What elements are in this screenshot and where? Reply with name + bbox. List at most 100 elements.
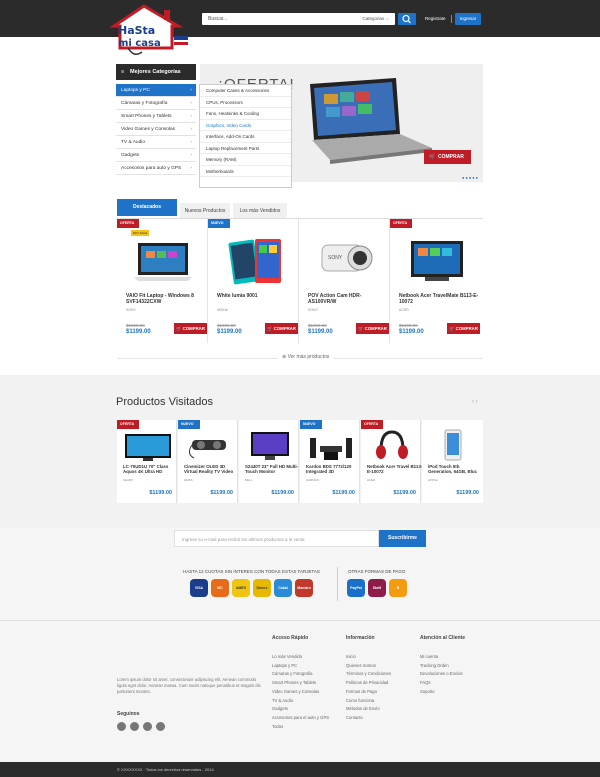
product-brand: SONY <box>308 308 318 312</box>
chevron-right-icon[interactable]: › <box>476 399 478 405</box>
submenu-item[interactable]: Motherboards <box>200 166 291 177</box>
product-brand: ACER <box>399 308 409 312</box>
category-select-label: Categorias <box>362 16 385 21</box>
footer-link[interactable]: Como funciona <box>346 697 391 706</box>
search-button[interactable] <box>398 13 416 25</box>
buy-button[interactable]: 🛒 COMPRAR <box>265 323 298 334</box>
maestro-icon: Maestro <box>295 579 313 597</box>
chevron-right-icon: › <box>190 153 192 158</box>
submenu-item[interactable]: Laptop Replacement Parts <box>200 143 291 154</box>
footer-link[interactable]: Cámaras y Fotografía <box>272 670 329 679</box>
category-label: TV & Audio <box>121 140 145 145</box>
newsletter-email-input[interactable]: Ingrese su e-mail para recibir los ultim… <box>174 530 379 547</box>
footer-link[interactable]: Métodos de Envío <box>346 705 391 714</box>
category-label: Gadgets <box>121 153 140 158</box>
phone-image <box>228 239 281 285</box>
product-card[interactable]: OFERTA 30% SALE VAIO Fit Laptop - Window… <box>117 219 208 343</box>
chevron-left-icon[interactable]: ‹ <box>472 399 474 405</box>
category-item-games[interactable]: Video Games y Consolas › <box>116 123 196 136</box>
carousel-arrows[interactable]: ‹ › <box>472 399 478 405</box>
facebook-icon[interactable] <box>117 722 126 731</box>
visited-card[interactable]: NUEVO Cinemizer OLED 3D Virtual Reality … <box>178 420 238 503</box>
footer-col-info: Inicio Quienes Somos Términos y Condicio… <box>346 653 391 723</box>
buy-button[interactable]: 🛒 COMPRAR <box>447 323 480 334</box>
linkedin-icon[interactable] <box>156 722 165 731</box>
product-name[interactable]: Cinemizer OLED 3D Virtual Reality TV Vid… <box>184 464 240 474</box>
submenu-item[interactable]: Computer Cases & Accessories <box>200 85 291 97</box>
footer-link[interactable]: Formas de Pago <box>346 688 391 697</box>
category-item-tv[interactable]: TV & Audio › <box>116 136 196 149</box>
amex-icon: AMEX <box>232 579 250 597</box>
footer-link[interactable]: Contacto <box>346 714 391 723</box>
login-button[interactable]: Ingresar <box>455 13 481 25</box>
product-name[interactable]: Netbook Acer Travel B113-E-10072 <box>367 464 423 474</box>
product-name[interactable]: VAIO Fit Laptop - Windows 8 SVF14322CXW <box>126 293 206 305</box>
logo[interactable]: HaSta mi casa <box>108 4 200 66</box>
category-label: Accesorios para auto y GPS <box>121 166 182 171</box>
submenu-item[interactable]: Fans, Heatsinks & Cooling <box>200 108 291 120</box>
product-name[interactable]: POV Action Cam HDR-AS100VR/W <box>308 293 388 305</box>
visited-card[interactable]: iPod Touch 5th Generation, 64GB, Bluc AP… <box>422 420 483 503</box>
footer-link[interactable]: Todos <box>272 723 329 732</box>
product-name[interactable]: S2440T 23" Full HD Multi-Touch Monitor <box>245 464 301 474</box>
category-item-cameras[interactable]: Cámaras y Fotografía › <box>116 97 196 110</box>
footer-link[interactable]: Soporte <box>420 688 463 697</box>
category-item-auto[interactable]: Accesorios para auto y GPS › <box>116 162 196 175</box>
twitter-icon[interactable] <box>130 722 139 731</box>
footer-link[interactable]: Devoluciones o Envíos <box>420 670 463 679</box>
visited-card[interactable]: NUEVO Kardon BDS 7772/120 Integrated 3D … <box>300 420 360 503</box>
other-payments-title: OTRAS FORMAS DE PAGO <box>348 569 406 574</box>
product-card[interactable]: SONY POV Action Cam HDR-AS100VR/W SONY $… <box>299 219 390 343</box>
visited-card[interactable]: S2440T 23" Full HD Multi-Touch Monitor D… <box>239 420 299 503</box>
product-name[interactable]: LC-70UD1U 70" Class Aquos 4K Ultra HD <box>123 464 179 474</box>
footer-link[interactable]: Gadgets <box>272 705 329 714</box>
buy-button[interactable]: 🛒 COMPRAR <box>174 323 207 334</box>
cart-icon: 🛒 <box>267 326 273 331</box>
divider <box>337 567 338 601</box>
carousel-dots[interactable]: ●●●●● <box>462 175 479 180</box>
buy-button[interactable]: 🛒 COMPRAR <box>356 323 389 334</box>
footer-link[interactable]: Smart Phones y Tablets <box>272 679 329 688</box>
pinterest-icon[interactable] <box>143 722 152 731</box>
register-link[interactable]: Registrate <box>425 16 446 21</box>
product-card[interactable]: OFERTA Netbook Acer TravelMate B113-E-10… <box>390 219 483 343</box>
vr-glasses-image <box>188 440 226 459</box>
footer-link[interactable]: Quienes Somos <box>346 662 391 671</box>
footer-link[interactable]: Políticas de Privacidad <box>346 679 391 688</box>
footer-link[interactable]: Video Games y Consolas <box>272 688 329 697</box>
footer-link[interactable]: Tracking Orden <box>420 662 463 671</box>
submenu-item[interactable]: Interface, Add-On Cards <box>200 131 291 143</box>
footer-link[interactable]: Lo más Vendido <box>272 653 329 662</box>
footer-link[interactable]: Accesorios para el auto y GPS <box>272 714 329 723</box>
product-name[interactable]: iPod Touch 5th Generation, 64GB, Bluc <box>428 464 484 474</box>
banner-buy-button[interactable]: 🛒 COMPRAR <box>424 150 471 164</box>
more-products-link[interactable]: ⊕ Ver más productos <box>278 354 334 360</box>
footer-link[interactable]: Laptops y PC <box>272 662 329 671</box>
submenu-item[interactable]: Graphics, Video Cards <box>200 120 291 131</box>
subscribe-button[interactable]: Suscribirme <box>379 530 426 547</box>
submenu-item[interactable]: Memory (RAM) <box>200 154 291 166</box>
product-card[interactable]: NUEVO White lumia 9001 NOKIA $1399.00 $1… <box>208 219 299 343</box>
category-item-laptops[interactable]: Laptops y PC › <box>116 84 196 97</box>
cart-icon: 🛒 <box>429 154 436 160</box>
visited-card[interactable]: OFERTA LC-70UD1U 70" Class Aquos 4K Ultr… <box>117 420 177 503</box>
price: $1199.00 <box>308 329 333 335</box>
footer-link[interactable]: Mi cuenta <box>420 653 463 662</box>
category-item-phones[interactable]: Smart Phones y Tablets › <box>116 110 196 123</box>
diners-icon: Diners <box>253 579 271 597</box>
footer-link[interactable]: TV & Audio <box>272 697 329 706</box>
logo-text-2: mi casa <box>118 38 161 49</box>
product-name[interactable]: Netbook Acer TravelMate B113-E-10072 <box>399 293 479 305</box>
product-name[interactable]: White lumia 9001 <box>217 293 297 299</box>
search-input[interactable]: Buscar... Categorias ⌵ <box>202 13 395 25</box>
product-name[interactable]: Kardon BDS 7772/120 Integrated 3D <box>306 464 362 474</box>
category-item-gadgets[interactable]: Gadgets › <box>116 149 196 162</box>
category-select[interactable]: Categorias ⌵ <box>363 16 389 21</box>
footer-link[interactable]: Términos y Condiciones <box>346 670 391 679</box>
footer-link[interactable]: Inicio <box>346 653 391 662</box>
submenu-item[interactable]: CPUs, Processors <box>200 97 291 108</box>
tab-destacados[interactable]: Destacados <box>117 199 177 216</box>
categories-header[interactable]: ≡ Mejores Categorías <box>116 64 196 80</box>
visited-card[interactable]: OFERTA Netbook Acer Travel B113-E-10072 … <box>361 420 423 503</box>
footer-link[interactable]: FAQs <box>420 679 463 688</box>
